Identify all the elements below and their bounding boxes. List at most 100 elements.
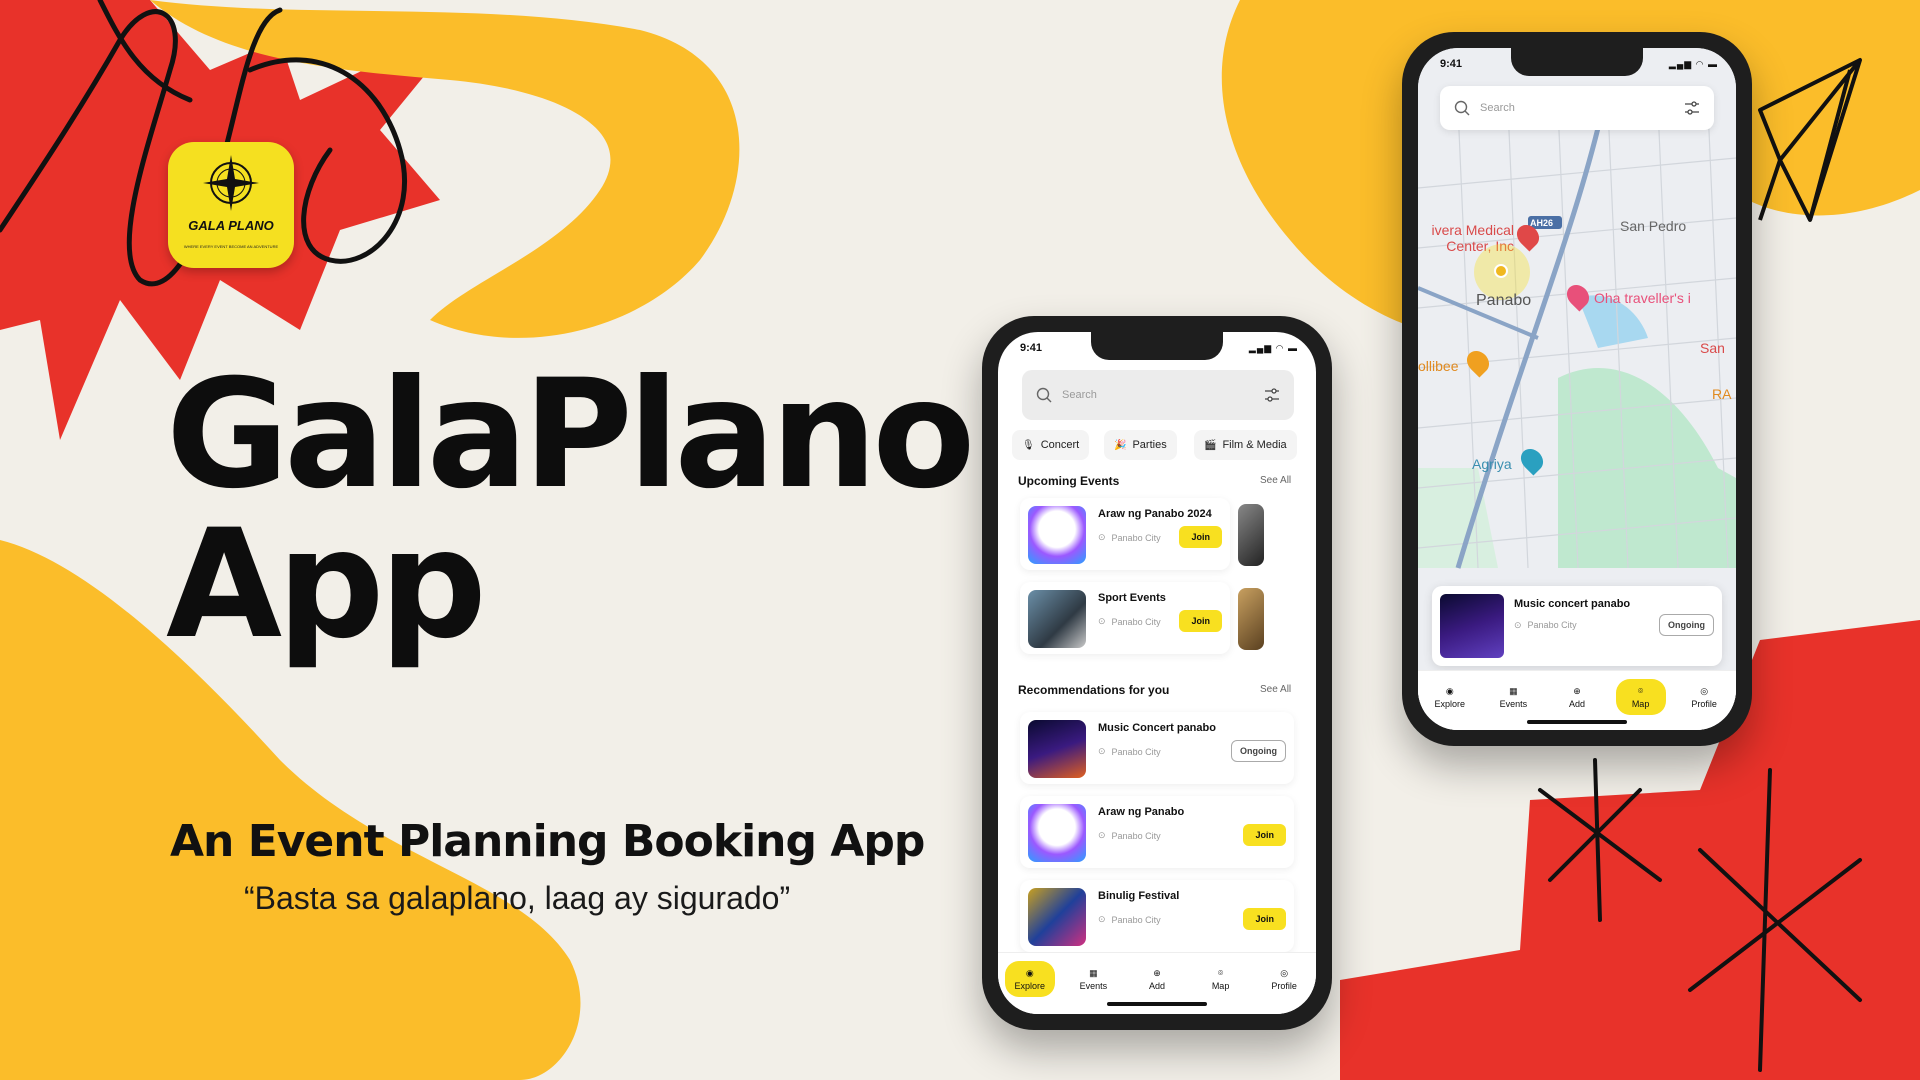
event-thumbnail	[1028, 888, 1086, 946]
location-pin-icon: ⊙	[1098, 532, 1106, 542]
event-thumbnail	[1440, 594, 1504, 658]
event-thumbnail	[1028, 804, 1086, 862]
search-placeholder: Search	[1062, 389, 1097, 401]
location-text: Panabo City	[1527, 620, 1577, 630]
recommendation-card[interactable]: Music Concert panabo ⊙ Panabo City Ongoin…	[1020, 712, 1294, 784]
map-label-city: Panabo	[1476, 292, 1532, 309]
location-text: Panabo City	[1111, 914, 1161, 925]
compass-icon	[203, 155, 259, 211]
tab-add[interactable]: ⊕ Add	[1552, 679, 1602, 715]
tab-label: Explore	[1434, 698, 1466, 709]
location-pin-icon: ⊙	[1098, 830, 1106, 840]
upcoming-see-all[interactable]: See All	[1260, 475, 1291, 486]
map-event-card[interactable]: Music concert panabo ⊙ Panabo City Ongoin…	[1432, 586, 1722, 666]
compass-icon: ◉	[1445, 685, 1454, 696]
tab-profile[interactable]: ◎ Profile	[1679, 679, 1729, 715]
join-button[interactable]: Join	[1243, 908, 1286, 930]
compass-icon: ◉	[1025, 967, 1034, 978]
map-label-town1: San Pedro	[1620, 218, 1687, 234]
tab-label: Events	[1499, 698, 1528, 709]
tab-label: Add	[1568, 698, 1585, 709]
ongoing-button[interactable]: Ongoing	[1231, 740, 1286, 762]
join-button[interactable]: Join	[1179, 526, 1222, 548]
tab-profile[interactable]: ◎ Profile	[1259, 961, 1309, 997]
tab-events[interactable]: ▦ Events	[1068, 961, 1118, 997]
event-card-peek[interactable]	[1238, 504, 1264, 566]
tab-label: Add	[1148, 980, 1165, 991]
app-logo: GALA PLANO WHERE EVERY EVENT BECOME AN A…	[168, 142, 294, 268]
event-title: Music concert panabo	[1514, 598, 1631, 610]
chip-parties[interactable]: 🎉 Parties	[1104, 430, 1177, 460]
map-label-other: RA	[1712, 386, 1732, 402]
location-pin-icon: ⊙	[1098, 914, 1106, 924]
status-time: 9:41	[1440, 58, 1463, 70]
profile-icon: ◎	[1700, 685, 1709, 696]
phone-map: AH26 ivera Medical Center, Inc San Pedro…	[1402, 32, 1752, 746]
map-label-hotel: Oha traveller's i	[1594, 290, 1691, 306]
event-location: ⊙ Panabo City	[1098, 830, 1161, 841]
microphone-icon: 🎙	[1022, 439, 1035, 451]
tab-explore[interactable]: ◉ Explore	[1004, 961, 1055, 997]
search-icon	[1454, 100, 1470, 116]
upcoming-title: Upcoming Events	[1018, 474, 1120, 488]
search-input[interactable]: Search	[1022, 370, 1294, 420]
recommendations-see-all[interactable]: See All	[1260, 684, 1291, 695]
tab-add[interactable]: ⊕ Add	[1132, 961, 1182, 997]
home-indicator	[1527, 720, 1627, 724]
recommendation-card[interactable]: Binulig Festival ⊙ Panabo City Join	[1020, 880, 1294, 952]
notch	[1511, 48, 1643, 76]
add-icon: ⊕	[1573, 685, 1581, 696]
recommendation-card[interactable]: Araw ng Panabo ⊙ Panabo City Join	[1020, 796, 1294, 868]
notch	[1091, 332, 1223, 360]
tab-label: Map	[1631, 698, 1650, 709]
tab-map[interactable]: ⌾ Map	[1196, 961, 1246, 997]
ongoing-button[interactable]: Ongoing	[1659, 614, 1714, 636]
tab-label: Profile	[1271, 980, 1297, 991]
event-title: Binulig Festival	[1098, 890, 1180, 902]
tab-label: Explore	[1014, 980, 1046, 991]
tab-label: Profile	[1691, 698, 1717, 709]
map-label-place: Agriya	[1472, 456, 1512, 472]
explore-screen: 9:41 ▂▄▆ ◠ ▬ Search 🎙 Concert 🎉 Parties 🎬 F…	[998, 332, 1316, 1014]
event-location: ⊙ Panabo City	[1098, 616, 1161, 627]
event-title: Sport Events	[1098, 592, 1166, 604]
search-icon	[1036, 387, 1052, 403]
film-icon: 🎬	[1204, 439, 1217, 451]
event-thumbnail	[1028, 720, 1086, 778]
event-title: Araw ng Panabo 2024	[1098, 508, 1212, 520]
add-icon: ⊕	[1153, 967, 1161, 978]
logo-name: GALA PLANO	[188, 218, 274, 233]
event-card[interactable]: Araw ng Panabo 2024 ⊙ Panabo City Join	[1020, 498, 1230, 570]
tab-map[interactable]: ⌾ Map	[1615, 679, 1666, 715]
location-pin-icon: ⊙	[1098, 616, 1106, 626]
event-card[interactable]: Sport Events ⊙ Panabo City Join	[1020, 582, 1230, 654]
filter-icon[interactable]	[1264, 387, 1280, 403]
location-pin-icon: ⊙	[1514, 620, 1522, 630]
hero-title-line2: App	[166, 498, 487, 672]
home-indicator	[1107, 1002, 1207, 1006]
search-input[interactable]: Search	[1440, 86, 1714, 130]
filter-icon[interactable]	[1684, 100, 1700, 116]
event-location: ⊙ Panabo City	[1514, 620, 1577, 631]
location-text: Panabo City	[1111, 746, 1161, 757]
tab-explore[interactable]: ◉ Explore	[1425, 679, 1475, 715]
calendar-icon: ▦	[1509, 685, 1518, 696]
tab-events[interactable]: ▦ Events	[1488, 679, 1538, 715]
status-icons: ▂▄▆ ◠ ▬	[1668, 59, 1718, 69]
event-thumbnail	[1028, 590, 1086, 648]
join-button[interactable]: Join	[1243, 824, 1286, 846]
location-text: Panabo City	[1111, 616, 1161, 627]
event-card-peek[interactable]	[1238, 588, 1264, 650]
event-title: Araw ng Panabo	[1098, 806, 1185, 818]
chip-film-media[interactable]: 🎬 Film & Media	[1194, 430, 1297, 460]
chip-label: Film & Media	[1222, 439, 1287, 451]
status-time: 9:41	[1020, 342, 1043, 354]
map-screen: AH26 ivera Medical Center, Inc San Pedro…	[1418, 48, 1736, 730]
hero-title: GalaPlano App	[166, 360, 975, 672]
map-label-town2: San	[1700, 340, 1725, 356]
profile-icon: ◎	[1280, 967, 1289, 978]
event-title: Music Concert panabo	[1098, 722, 1216, 734]
tab-label: Map	[1211, 980, 1230, 991]
join-button[interactable]: Join	[1179, 610, 1222, 632]
chip-concert[interactable]: 🎙 Concert	[1012, 430, 1090, 460]
